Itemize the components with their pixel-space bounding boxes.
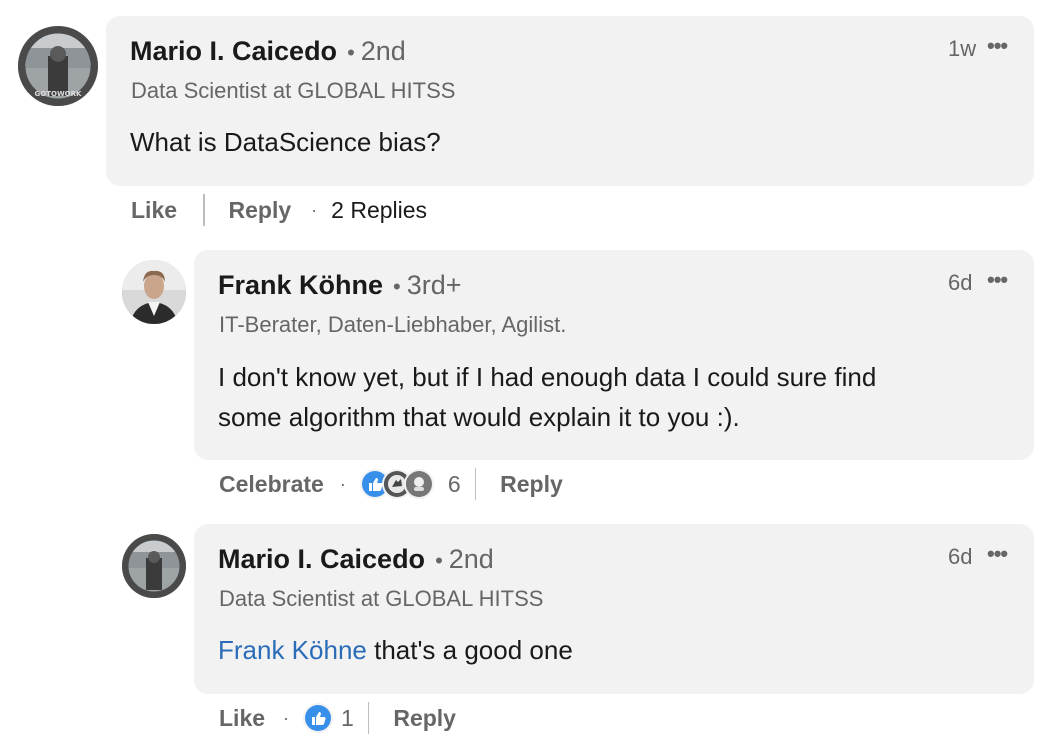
timestamp: 6d (948, 544, 973, 569)
profile-photo-icon (122, 260, 186, 324)
author-headline: IT-Berater, Daten-Liebhaber, Agilist. (219, 312, 567, 337)
separator-dot: • (435, 548, 443, 573)
avatar[interactable] (122, 534, 186, 598)
comment-author-line: Mario I. Caicedo • 2nd (130, 36, 406, 67)
divider (367, 702, 370, 734)
like-icon (303, 703, 334, 733)
mention-link[interactable]: Frank Köhne (218, 635, 367, 665)
reply-author-line: Mario I. Caicedo • 2nd (218, 544, 494, 575)
divider (203, 194, 205, 226)
reactions-summary[interactable] (303, 703, 334, 733)
reply-text-content: that's a good one (366, 635, 573, 665)
comment-actions: Like Reply · 2 Replies (131, 193, 427, 227)
like-button[interactable]: Like (131, 197, 177, 224)
reply-text-line: some algorithm that would explain it to … (218, 402, 740, 432)
separator-dot: • (347, 40, 355, 65)
author-headline: Data Scientist at GLOBAL HITSS (131, 78, 456, 103)
connection-degree: 2nd (448, 544, 494, 574)
insightful-icon (403, 469, 434, 499)
author-name[interactable]: Mario I. Caicedo (218, 544, 425, 574)
reply-text: Frank Köhne that's a good one (218, 630, 573, 670)
reply-actions: Like · 1 Reply (219, 701, 456, 735)
reply-author-line: Frank Köhne • 3rd+ (218, 270, 462, 301)
more-options-icon[interactable]: ••• (987, 267, 1008, 293)
avatar[interactable] (122, 260, 186, 324)
comment-text: What is DataScience bias? (130, 127, 441, 157)
connection-degree: 2nd (360, 36, 406, 66)
separator-dot: · (283, 707, 290, 728)
reply-text-line: I don't know yet, but if I had enough da… (218, 362, 877, 392)
separator-dot: • (393, 274, 401, 299)
svg-text:GOTOWORK: GOTOWORK (35, 90, 82, 98)
separator-dot: · (311, 199, 318, 220)
more-options-icon[interactable]: ••• (987, 541, 1008, 567)
replies-link[interactable]: 2 Replies (331, 197, 427, 224)
reaction-count[interactable]: 6 (448, 471, 461, 498)
author-name[interactable]: Frank Köhne (218, 270, 383, 300)
author-headline: Data Scientist at GLOBAL HITSS (219, 586, 544, 611)
divider (474, 468, 477, 500)
timestamp: 6d (948, 270, 973, 295)
reactions-summary[interactable] (359, 469, 434, 499)
reply-actions: Celebrate · 6 Reply (219, 467, 563, 501)
reply-text: I don't know yet, but if I had enough da… (218, 357, 876, 437)
reply-button[interactable]: Reply (500, 471, 563, 498)
reaction-count[interactable]: 1 (341, 705, 354, 732)
celebrate-button[interactable]: Celebrate (219, 471, 324, 498)
more-options-icon[interactable]: ••• (987, 33, 1008, 59)
avatar[interactable]: GOTOWORK (18, 26, 98, 106)
author-name[interactable]: Mario I. Caicedo (130, 36, 337, 66)
reply-button[interactable]: Reply (393, 705, 456, 732)
like-button[interactable]: Like (219, 705, 265, 732)
reply-button[interactable]: Reply (229, 197, 292, 224)
connection-degree: 3rd+ (406, 270, 462, 300)
timestamp: 1w (948, 36, 977, 61)
profile-photo-icon: GOTOWORK (18, 26, 98, 106)
profile-photo-icon (122, 534, 186, 598)
separator-dot: · (339, 473, 346, 494)
